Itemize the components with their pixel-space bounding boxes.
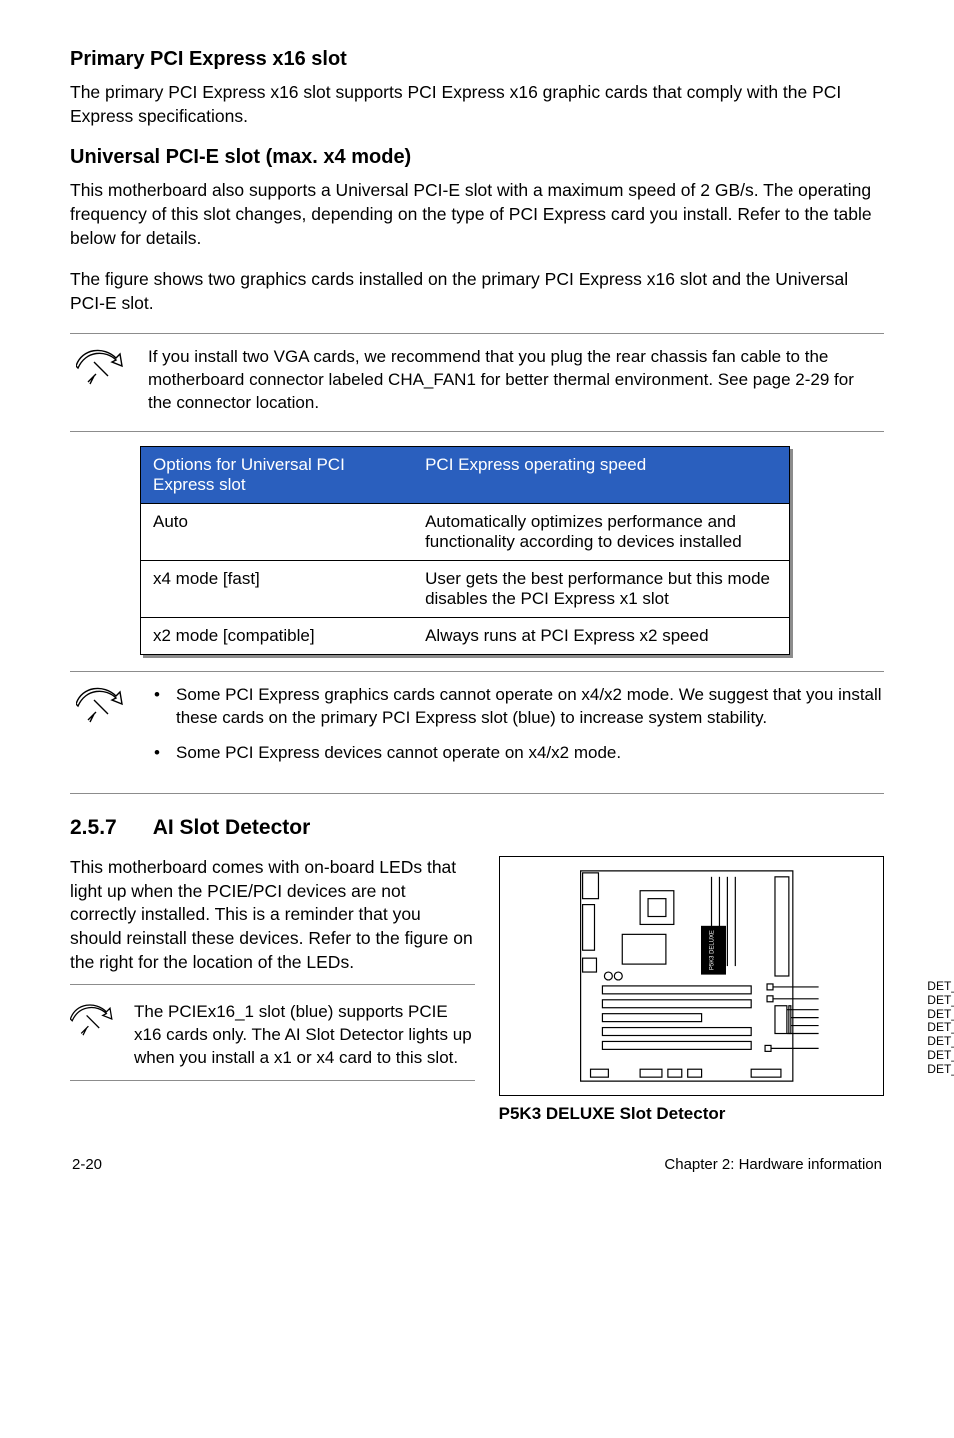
universal-slot-para-2: The figure shows two graphics cards inst… bbox=[70, 268, 884, 315]
cell-auto-desc: Automatically optimizes performance and … bbox=[413, 504, 789, 561]
divider bbox=[70, 984, 475, 985]
section-number: 2.5.7 bbox=[70, 816, 117, 840]
cell-x4-desc: User gets the best performance but this … bbox=[413, 561, 789, 618]
chapter-label: Chapter 2: Hardware information bbox=[664, 1156, 882, 1173]
led-label: DET_PCIEX1_1 bbox=[927, 980, 954, 994]
page-footer: 2-20 Chapter 2: Hardware information bbox=[70, 1156, 884, 1173]
table-row: x4 mode [fast] User gets the best perfor… bbox=[141, 561, 790, 618]
motherboard-svg: P5K3 DELUXE bbox=[500, 857, 883, 1095]
divider bbox=[70, 431, 884, 432]
ai-slot-heading: 2.5.7 AI Slot Detector bbox=[70, 816, 884, 840]
table-row: x2 mode [compatible] Always runs at PCI … bbox=[141, 618, 790, 655]
led-label: DET_PCIEX1_2 bbox=[927, 994, 954, 1008]
svg-text:P5K3 DELUXE: P5K3 DELUXE bbox=[709, 930, 715, 970]
note-icon bbox=[76, 346, 124, 386]
led-label-stack: DET_PCIEX1_1 DET_PCIEX1_2 DET_X16_1 DET_… bbox=[927, 980, 954, 1077]
led-label: DET_PCI2 bbox=[927, 1035, 954, 1049]
cell-x2-desc: Always runs at PCI Express x2 speed bbox=[413, 618, 789, 655]
note-pciex16: The PCIEx16_1 slot (blue) supports PCIE … bbox=[70, 1001, 475, 1070]
page-number: 2-20 bbox=[72, 1156, 102, 1173]
table-row: Auto Automatically optimizes performance… bbox=[141, 504, 790, 561]
note-pciex16-text: The PCIEx16_1 slot (blue) supports PCIE … bbox=[134, 1001, 475, 1070]
universal-slot-heading: Universal PCI-E slot (max. x4 mode) bbox=[70, 146, 884, 169]
led-label: DET_X16_1 bbox=[927, 1008, 954, 1022]
note-x4x2-item-1: Some PCI Express graphics cards cannot o… bbox=[148, 684, 884, 730]
divider bbox=[70, 1080, 475, 1081]
cell-auto: Auto bbox=[141, 504, 414, 561]
universal-slot-para-1: This motherboard also supports a Univers… bbox=[70, 179, 884, 250]
divider bbox=[70, 333, 884, 334]
primary-slot-para: The primary PCI Express x16 slot support… bbox=[70, 81, 884, 128]
led-label: DET_PCI1 bbox=[927, 1021, 954, 1035]
table-header-options: Options for Universal PCI Express slot bbox=[141, 447, 414, 504]
motherboard-diagram: P5K3 DELUXE bbox=[499, 856, 884, 1096]
note-icon bbox=[70, 1001, 114, 1037]
ai-slot-para: This motherboard comes with on-board LED… bbox=[70, 856, 475, 974]
cell-x2: x2 mode [compatible] bbox=[141, 618, 414, 655]
cell-x4: x4 mode [fast] bbox=[141, 561, 414, 618]
table-header-speed: PCI Express operating speed bbox=[413, 447, 789, 504]
note-vga-fan: If you install two VGA cards, we recomme… bbox=[70, 346, 884, 415]
led-label: DET_X16_2 bbox=[927, 1049, 954, 1063]
note-vga-fan-text: If you install two VGA cards, we recomme… bbox=[148, 346, 884, 415]
section-title: AI Slot Detector bbox=[153, 816, 311, 840]
note-x4x2-item-2: Some PCI Express devices cannot operate … bbox=[148, 742, 884, 765]
pci-express-table: Options for Universal PCI Express slot P… bbox=[140, 446, 790, 655]
board-caption: P5K3 DELUXE Slot Detector bbox=[499, 1104, 884, 1124]
divider bbox=[70, 793, 884, 794]
note-x4x2: Some PCI Express graphics cards cannot o… bbox=[70, 684, 884, 777]
led-label: DET_PCI3 bbox=[927, 1063, 954, 1077]
divider bbox=[70, 671, 884, 672]
note-icon bbox=[76, 684, 124, 724]
primary-slot-heading: Primary PCI Express x16 slot bbox=[70, 48, 884, 71]
